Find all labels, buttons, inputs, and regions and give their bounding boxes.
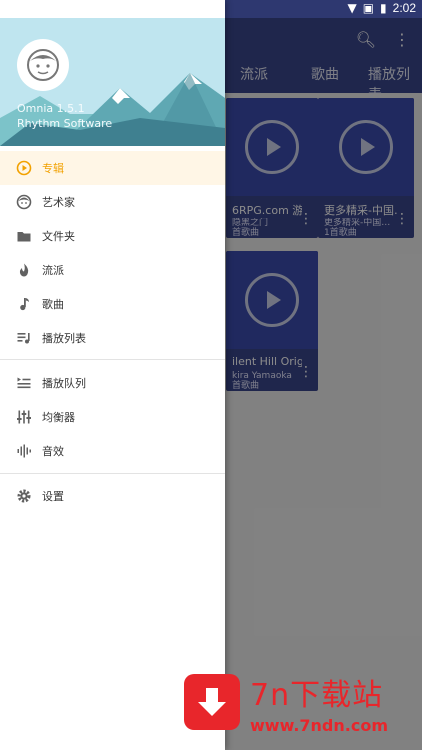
signal-icon: ▣ [362, 1, 375, 15]
artist-icon [16, 194, 32, 210]
nav-label: 艺术家 [42, 196, 75, 209]
nav-item-albums[interactable]: 专辑 [0, 151, 225, 185]
navigation-drawer: Omnia 1.5.1 Rhythm Software 专辑 艺术家 文件夹 流… [0, 0, 225, 750]
nav-item-folders[interactable]: 文件夹 [0, 219, 225, 253]
sound-effects-icon [16, 443, 32, 459]
secondary-menu: 播放队列 均衡器 音效 [0, 366, 225, 468]
nav-label: 文件夹 [42, 230, 75, 243]
primary-menu: 专辑 艺术家 文件夹 流派 歌曲 播放列表 [0, 151, 225, 355]
album-icon [16, 160, 32, 176]
tertiary-menu: 设置 [0, 479, 225, 513]
nav-label: 设置 [42, 490, 64, 503]
nav-item-genres[interactable]: 流派 [0, 253, 225, 287]
avatar[interactable] [17, 39, 69, 91]
nav-item-artists[interactable]: 艺术家 [0, 185, 225, 219]
nav-label: 歌曲 [42, 298, 64, 311]
menu-divider [0, 359, 225, 360]
watermark-url: www.7ndn.com [250, 716, 388, 735]
watermark-brand: 7n下载站 [250, 678, 384, 713]
queue-icon [16, 375, 32, 391]
face-icon [27, 49, 59, 81]
playlist-icon [16, 330, 32, 346]
app-name: Omnia 1.5.1 [17, 102, 85, 115]
nav-item-play-queue[interactable]: 播放队列 [0, 366, 225, 400]
site-watermark: 7n下载站 www.7ndn.com [184, 666, 416, 744]
nav-item-playlists[interactable]: 播放列表 [0, 321, 225, 355]
battery-icon: ▮ [380, 1, 387, 15]
nav-label: 播放队列 [42, 377, 86, 390]
nav-item-equalizer[interactable]: 均衡器 [0, 400, 225, 434]
download-arrow-icon [184, 674, 240, 730]
drawer-header: Omnia 1.5.1 Rhythm Software [0, 18, 225, 146]
equalizer-icon [16, 409, 32, 425]
menu-divider [0, 473, 225, 474]
settings-gear-icon [16, 488, 32, 504]
nav-item-sound-effects[interactable]: 音效 [0, 434, 225, 468]
nav-label: 播放列表 [42, 332, 86, 345]
publisher-name: Rhythm Software [17, 117, 113, 130]
nav-item-songs[interactable]: 歌曲 [0, 287, 225, 321]
genre-flame-icon [16, 262, 32, 278]
music-note-icon [16, 296, 32, 312]
wifi-icon: ▼ [347, 1, 357, 15]
nav-label: 均衡器 [42, 411, 75, 424]
nav-label: 流派 [42, 264, 64, 277]
status-time: 2:02 [392, 1, 416, 15]
nav-label: 专辑 [42, 162, 64, 175]
folder-icon [16, 228, 32, 244]
nav-label: 音效 [42, 445, 64, 458]
nav-item-settings[interactable]: 设置 [0, 479, 225, 513]
